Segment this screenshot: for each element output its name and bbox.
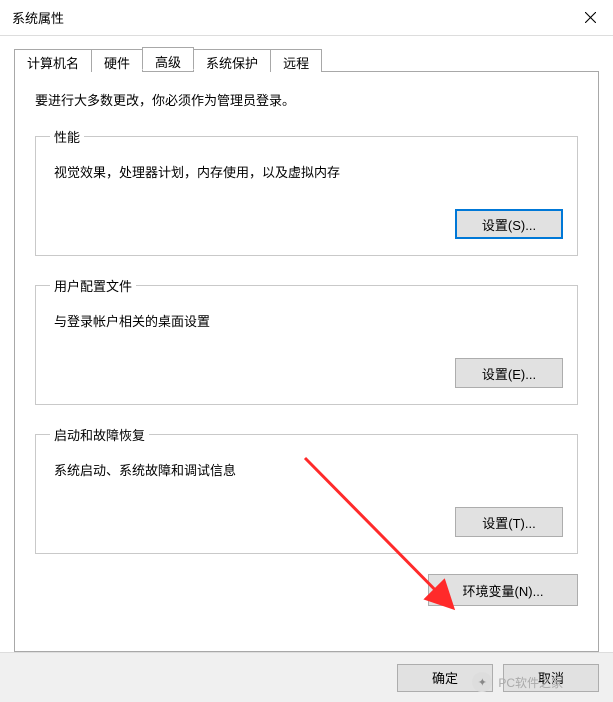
dialog-button-bar: 确定 取消 ✦ PC软件之家 — [0, 652, 613, 702]
startup-recovery-legend: 启动和故障恢复 — [50, 425, 149, 444]
close-button[interactable] — [567, 0, 613, 36]
admin-required-label: 要进行大多数更改，你必须作为管理员登录。 — [35, 90, 578, 109]
close-icon — [585, 12, 596, 23]
performance-group: 性能 视觉效果，处理器计划，内存使用，以及虚拟内存 设置(S)... — [35, 127, 578, 256]
ok-button[interactable]: 确定 — [397, 664, 493, 692]
tab-computer-name[interactable]: 计算机名 — [14, 49, 92, 72]
startup-recovery-desc: 系统启动、系统故障和调试信息 — [54, 460, 563, 479]
window-title: 系统属性 — [12, 8, 64, 27]
user-profiles-legend: 用户配置文件 — [50, 276, 136, 295]
performance-legend: 性能 — [50, 127, 84, 146]
cancel-button[interactable]: 取消 — [503, 664, 599, 692]
tab-advanced[interactable]: 高级 — [142, 47, 194, 70]
startup-recovery-settings-button[interactable]: 设置(T)... — [455, 507, 563, 537]
tab-system-protection[interactable]: 系统保护 — [193, 49, 271, 72]
tab-panel-advanced: 要进行大多数更改，你必须作为管理员登录。 性能 视觉效果，处理器计划，内存使用，… — [14, 72, 599, 652]
user-profiles-group: 用户配置文件 与登录帐户相关的桌面设置 设置(E)... — [35, 276, 578, 405]
performance-desc: 视觉效果，处理器计划，内存使用，以及虚拟内存 — [54, 162, 563, 181]
environment-variables-button[interactable]: 环境变量(N)... — [428, 574, 578, 606]
startup-recovery-group: 启动和故障恢复 系统启动、系统故障和调试信息 设置(T)... — [35, 425, 578, 554]
tab-remote[interactable]: 远程 — [270, 49, 322, 72]
user-profiles-desc: 与登录帐户相关的桌面设置 — [54, 311, 563, 330]
performance-settings-button[interactable]: 设置(S)... — [455, 209, 563, 239]
dialog-content: 计算机名 硬件 高级 系统保护 远程 要进行大多数更改，你必须作为管理员登录。 … — [0, 36, 613, 652]
titlebar: 系统属性 — [0, 0, 613, 36]
tab-strip: 计算机名 硬件 高级 系统保护 远程 — [14, 48, 599, 72]
tab-hardware[interactable]: 硬件 — [91, 49, 143, 72]
user-profiles-settings-button[interactable]: 设置(E)... — [455, 358, 563, 388]
